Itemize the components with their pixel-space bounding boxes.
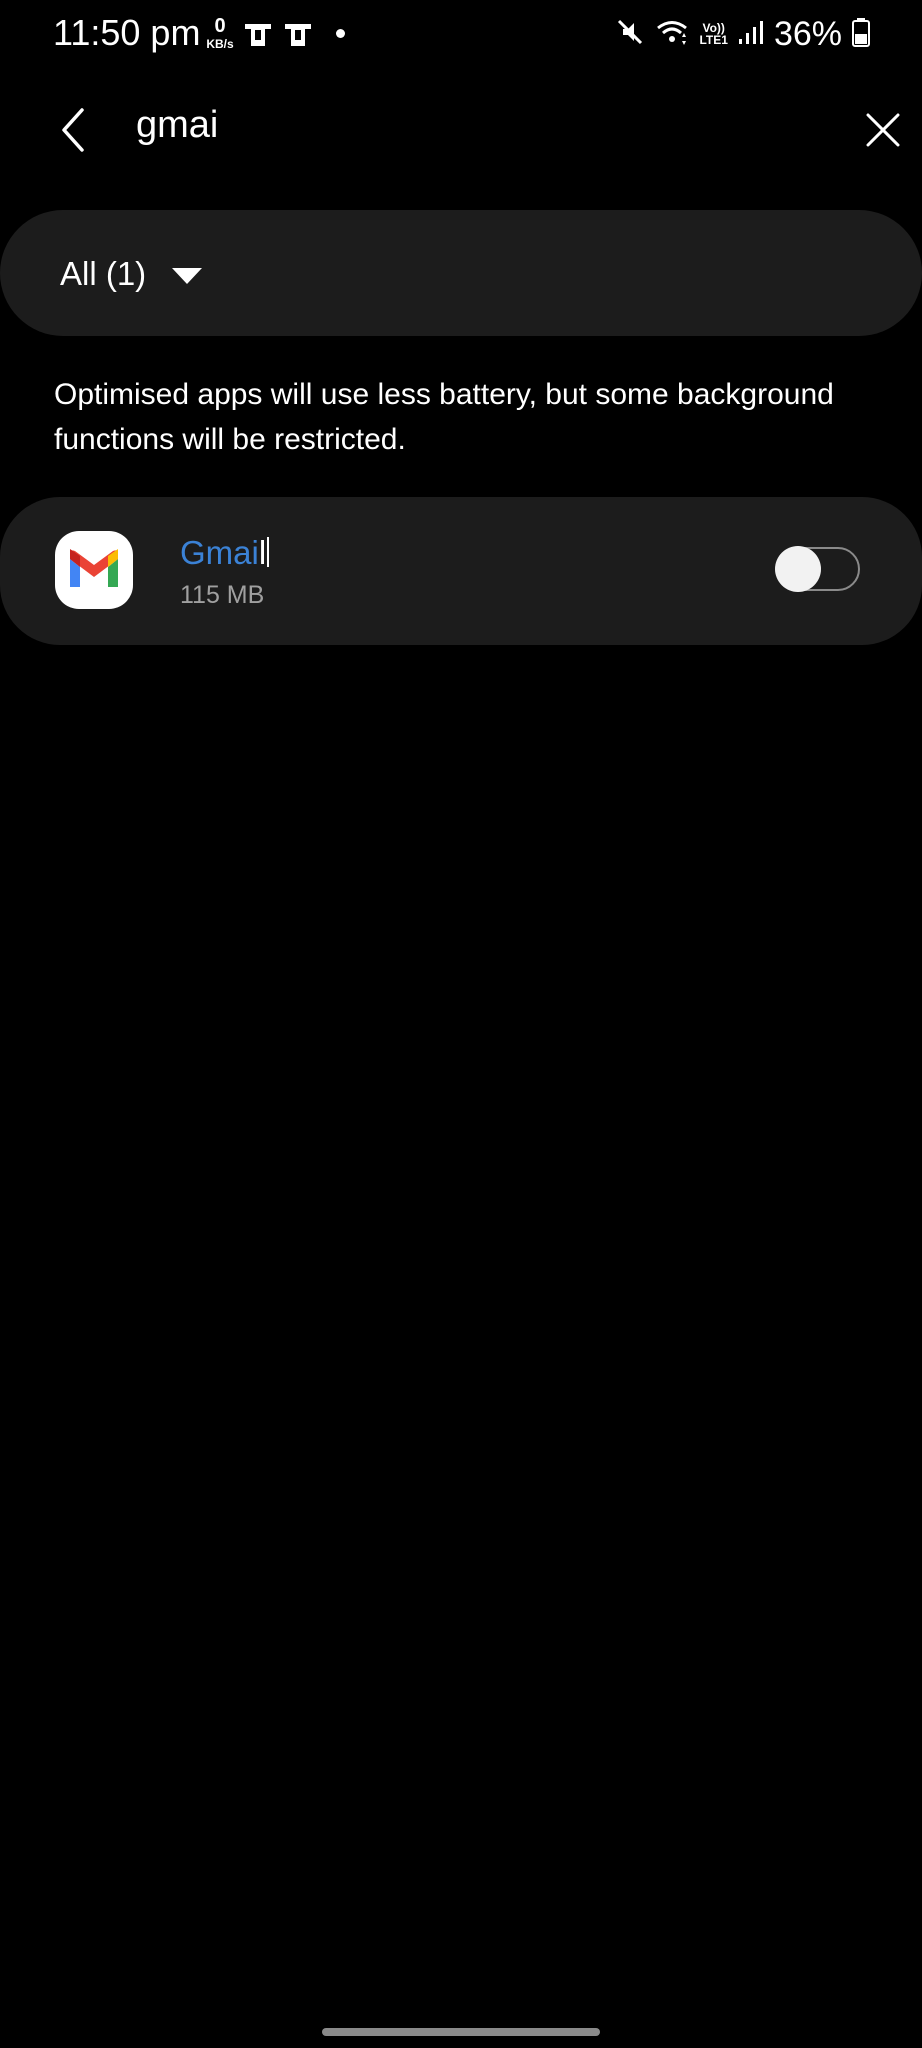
volte-icon: Vo)) LTE1 [699, 22, 727, 46]
lte-label: LTE1 [699, 33, 728, 47]
clear-search-button[interactable] [858, 102, 908, 158]
chevron-left-icon [62, 108, 84, 152]
filter-label: All (1) [60, 255, 147, 292]
network-speed-value: 0 [214, 15, 226, 37]
app-name-rest: l [258, 534, 267, 571]
app-name-match: Gmai [180, 534, 259, 571]
sim-card-icon [283, 18, 313, 53]
search-input[interactable]: gmai [136, 104, 218, 147]
dropdown-arrow-icon [172, 268, 202, 284]
toggle-knob [775, 546, 821, 592]
sim-card-icon [243, 18, 273, 53]
battery-percent: 36% [773, 14, 842, 53]
close-icon [866, 113, 900, 147]
battery-icon [852, 17, 870, 52]
back-button[interactable] [48, 100, 98, 160]
status-time: 11:50 pm [53, 12, 201, 53]
network-speed: 0 KB/s [204, 16, 236, 50]
status-bar: 11:50 pm 0 KB/s Vo)) LTE1 36% [0, 0, 922, 70]
filter-dropdown[interactable]: All (1) [0, 210, 922, 336]
text-cursor [267, 537, 270, 567]
info-text: Optimised apps will use less battery, bu… [54, 378, 834, 456]
app-name: Gmail [180, 534, 270, 572]
optimise-toggle[interactable] [775, 546, 860, 592]
mute-icon [615, 17, 645, 52]
notification-dot-icon [336, 29, 345, 38]
wifi-icon [655, 17, 689, 52]
status-icons: Vo)) LTE1 36% [615, 12, 870, 56]
app-list-item[interactable]: Gmail 115 MB [0, 497, 922, 645]
app-size: 115 MB [180, 581, 265, 609]
signal-icon [738, 19, 764, 50]
gmail-icon [55, 531, 133, 609]
home-indicator[interactable] [322, 2028, 600, 2036]
network-speed-unit: KB/s [206, 37, 234, 51]
